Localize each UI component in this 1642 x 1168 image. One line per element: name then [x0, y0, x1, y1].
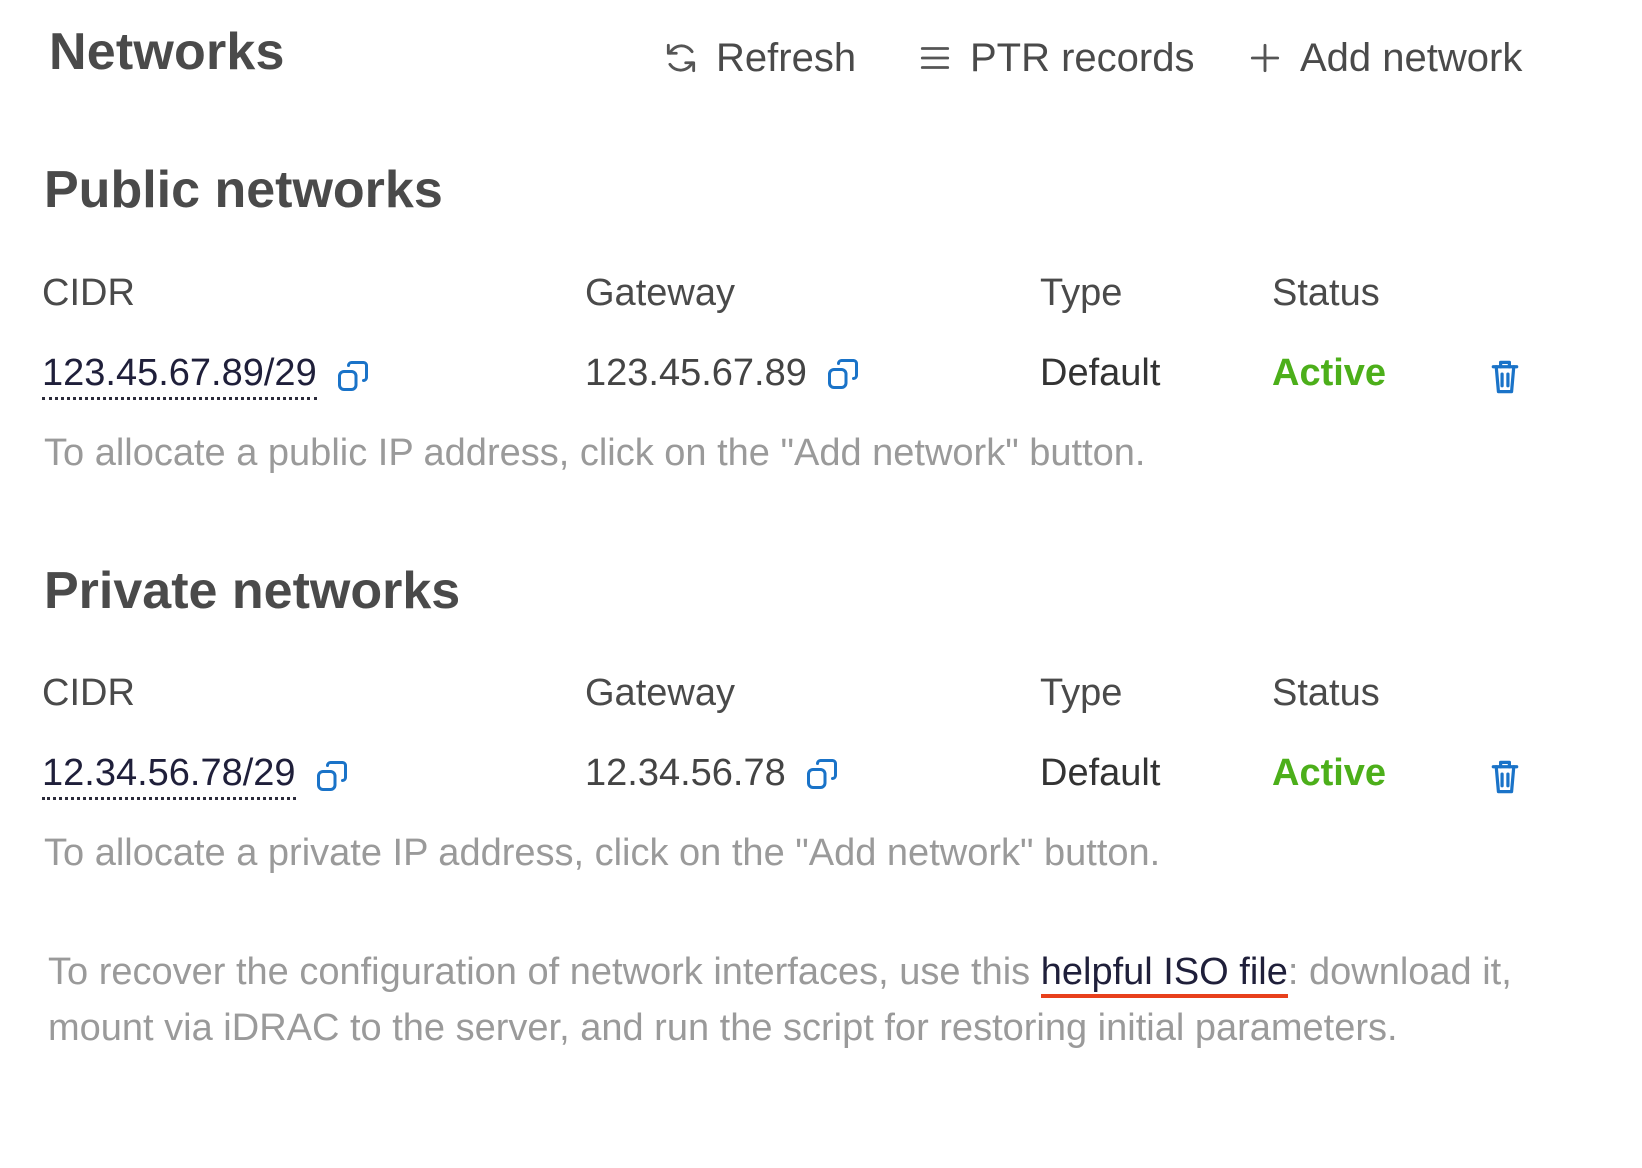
- copy-icon[interactable]: [804, 756, 840, 792]
- refresh-icon: [666, 43, 696, 73]
- private-cidr-header: CIDR: [42, 672, 135, 714]
- public-hint: To allocate a public IP address, click o…: [44, 432, 1146, 474]
- public-networks-title: Public networks: [44, 161, 443, 219]
- page-title: Networks: [49, 23, 285, 81]
- ptr-records-label: PTR records: [970, 35, 1195, 80]
- private-hint: To allocate a private IP address, click …: [44, 832, 1161, 874]
- private-networks-title: Private networks: [44, 562, 461, 620]
- private-status-header: Status: [1272, 672, 1380, 714]
- ptr-records-button[interactable]: PTR records: [916, 30, 1195, 86]
- trash-icon[interactable]: [1490, 758, 1520, 796]
- public-status-header: Status: [1272, 272, 1380, 314]
- copy-icon[interactable]: [314, 758, 350, 794]
- table-row: 123.45.67.89/29: [42, 352, 371, 400]
- add-network-button[interactable]: Add network: [1246, 30, 1522, 86]
- copy-icon[interactable]: [825, 356, 861, 392]
- table-row: 12.34.56.78/29: [42, 752, 350, 800]
- list-icon: [920, 47, 950, 69]
- iso-file-link[interactable]: helpful ISO file: [1040, 951, 1288, 998]
- copy-icon[interactable]: [335, 358, 371, 394]
- public-gateway-header: Gateway: [585, 272, 735, 314]
- add-network-label: Add network: [1300, 35, 1523, 80]
- recovery-note-before: To recover the configuration of network …: [48, 951, 1041, 993]
- public-cidr-value[interactable]: 123.45.67.89/29: [42, 352, 317, 400]
- private-gateway-header: Gateway: [585, 672, 735, 714]
- trash-icon[interactable]: [1490, 358, 1520, 396]
- public-type-value: Default: [1040, 352, 1161, 394]
- public-type-header: Type: [1040, 272, 1123, 314]
- public-gateway-value: 123.45.67.89: [585, 352, 807, 394]
- private-type-value: Default: [1040, 752, 1161, 794]
- private-type-header: Type: [1040, 672, 1123, 714]
- status-badge: Active: [1272, 752, 1387, 794]
- plus-icon: [1250, 43, 1280, 73]
- recovery-note: To recover the configuration of network …: [48, 944, 1568, 1056]
- status-badge: Active: [1272, 352, 1387, 394]
- public-gateway-cell: 123.45.67.89: [585, 352, 861, 395]
- private-gateway-value: 12.34.56.78: [585, 752, 786, 794]
- private-gateway-cell: 12.34.56.78: [585, 752, 840, 795]
- private-cidr-value[interactable]: 12.34.56.78/29: [42, 752, 296, 800]
- refresh-button[interactable]: Refresh: [662, 30, 856, 86]
- public-cidr-header: CIDR: [42, 272, 135, 314]
- refresh-label: Refresh: [716, 35, 857, 80]
